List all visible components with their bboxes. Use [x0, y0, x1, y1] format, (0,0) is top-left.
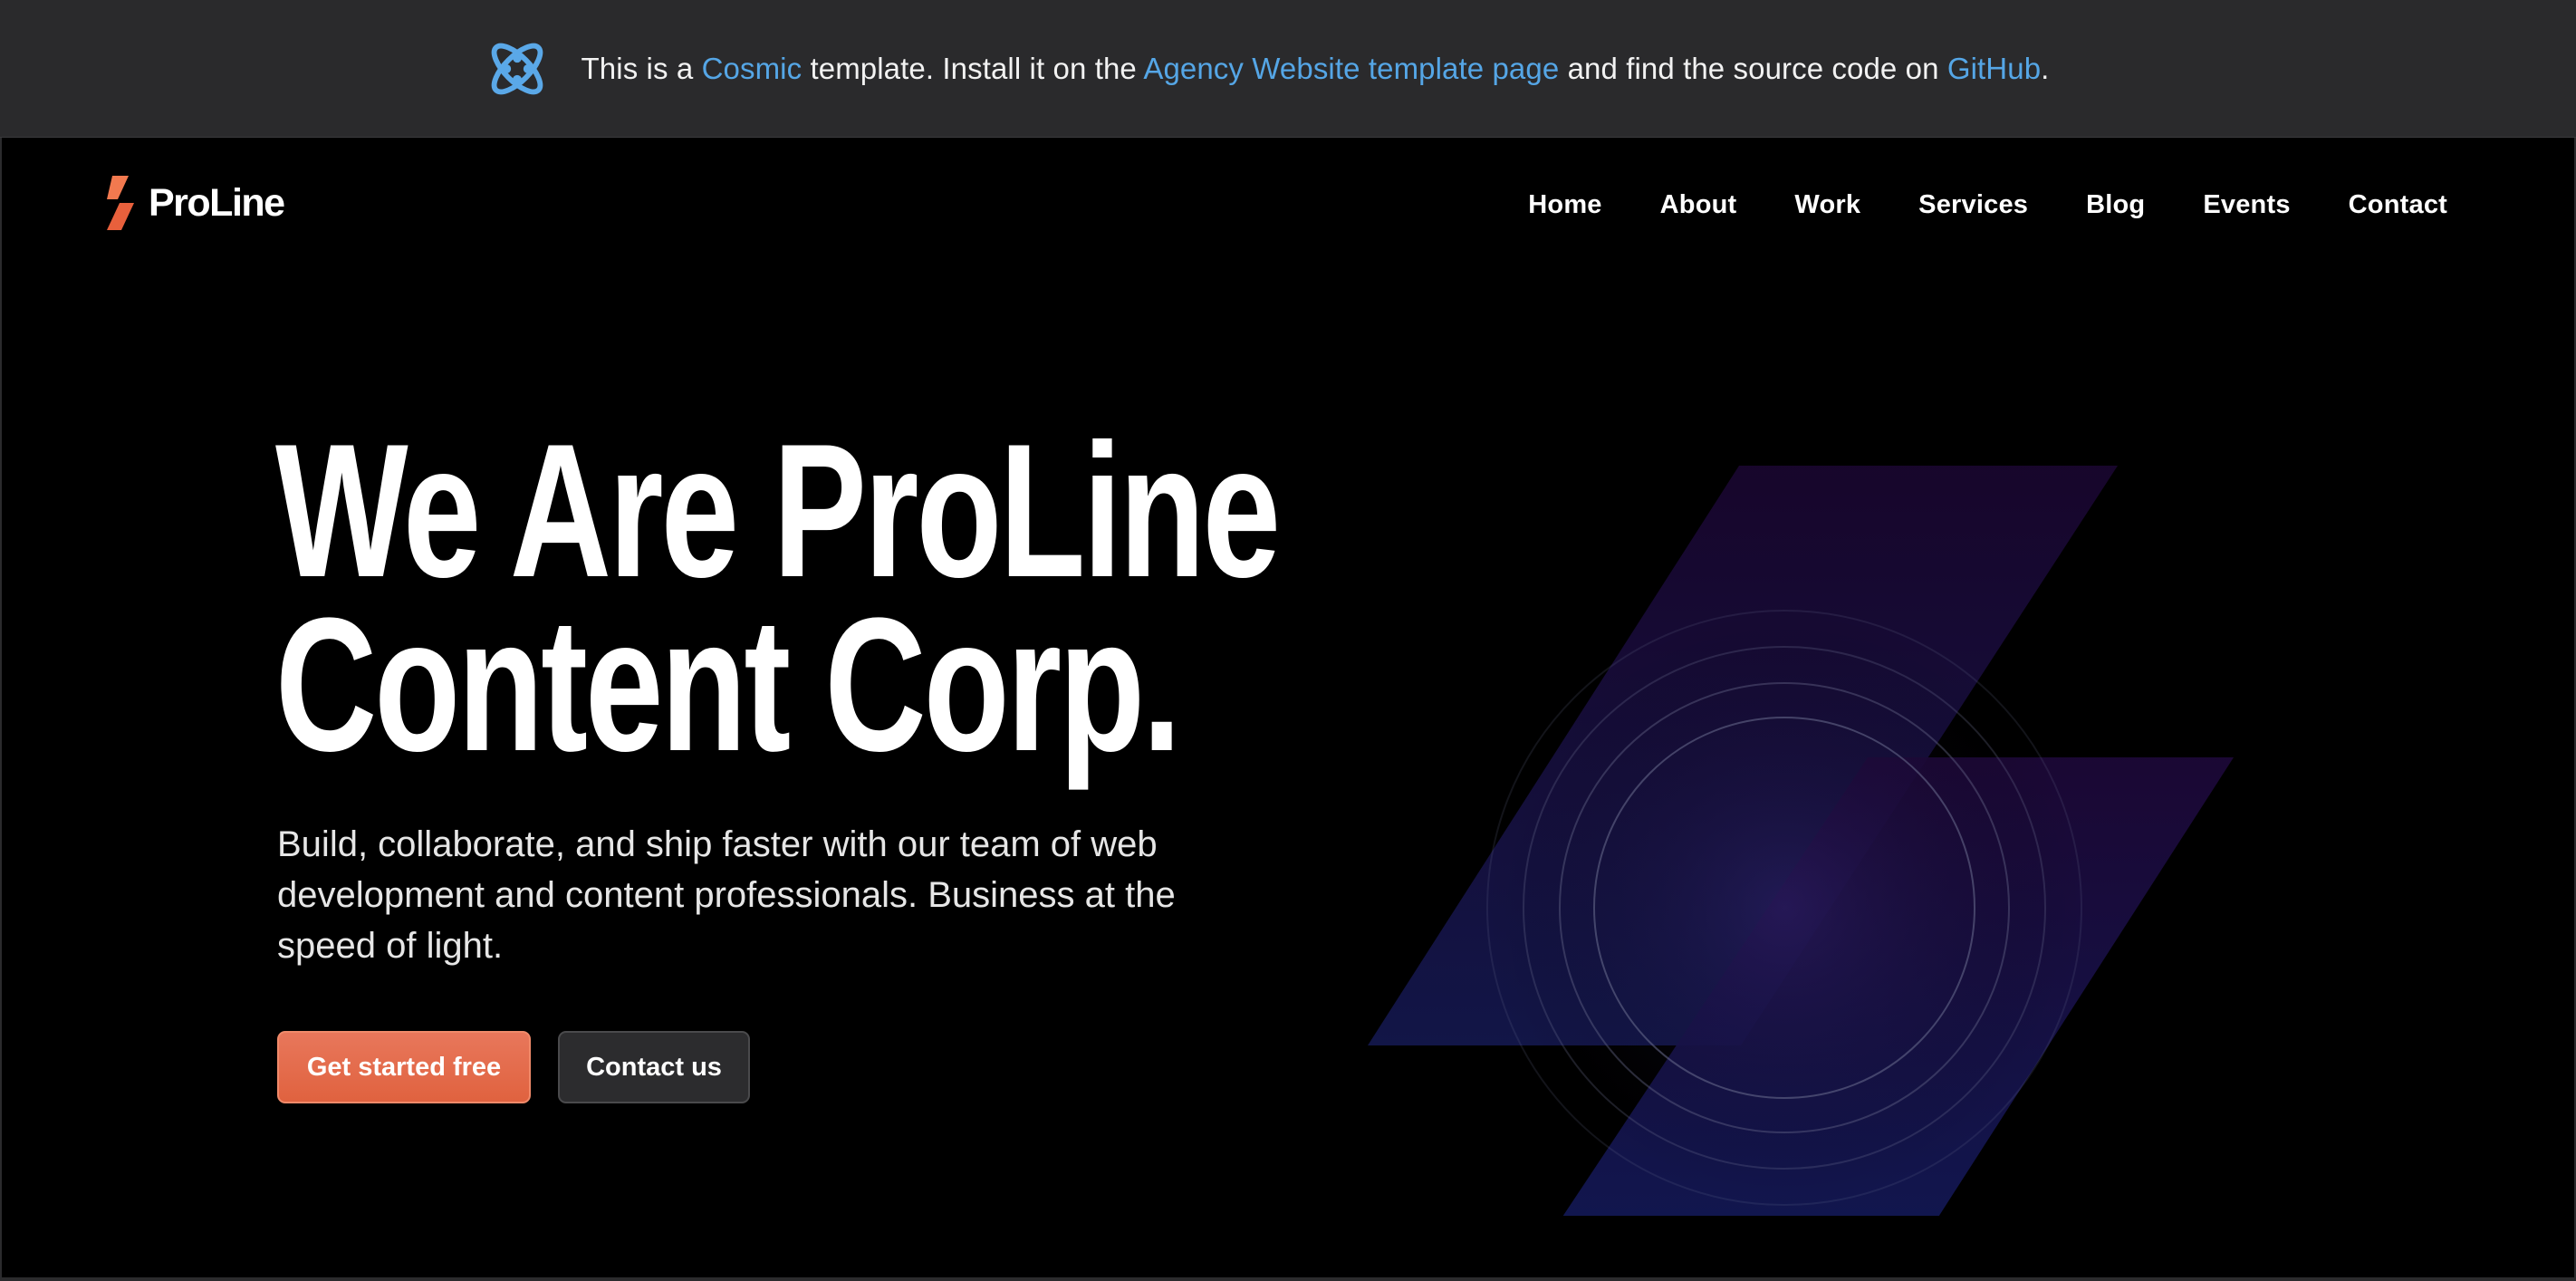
banner-prefix: This is a	[581, 51, 702, 85]
github-link[interactable]: GitHub	[1947, 52, 2041, 85]
navbar: ProLine Home About Work Services Blog Ev…	[2, 138, 2574, 268]
brand-name: ProLine	[149, 180, 285, 225]
banner-content: This is a Cosmic template. Install it on…	[482, 34, 2050, 104]
banner-middle-2: and find the source code on	[1559, 51, 1947, 85]
nav-services[interactable]: Services	[1918, 190, 2028, 220]
brand-logo[interactable]: ProLine	[100, 176, 285, 230]
banner-middle-1: template. Install it on the	[802, 51, 1144, 85]
hero-title: We Are ProLine Content Corp.	[275, 404, 1281, 791]
nav-work[interactable]: Work	[1794, 190, 1860, 220]
browser-frame: This is a Cosmic template. Install it on…	[0, 0, 2576, 1281]
hero-subtitle: Build, collaborate, and ship faster with…	[277, 824, 1176, 966]
nav-about[interactable]: About	[1660, 190, 1737, 220]
agency-template-link[interactable]: Agency Website template page	[1143, 52, 1559, 85]
banner-suffix: .	[2041, 51, 2050, 85]
cosmic-banner: This is a Cosmic template. Install it on…	[0, 0, 2576, 138]
nav-contact[interactable]: Contact	[2349, 190, 2447, 220]
bolt-graphic	[1368, 466, 2234, 1216]
hero-title-line-2: Content Corp.	[275, 578, 1181, 791]
contact-us-button[interactable]: Contact us	[558, 1031, 750, 1103]
hero-title-line-1: We Are ProLine	[275, 404, 1281, 617]
get-started-button[interactable]: Get started free	[277, 1031, 531, 1103]
cosmic-link[interactable]: Cosmic	[702, 52, 803, 85]
main-nav: Home About Work Services Blog Events Con…	[1528, 190, 2447, 220]
banner-message: This is a Cosmic template. Install it on…	[582, 52, 2050, 86]
cosmic-logo-icon[interactable]	[482, 34, 553, 104]
site-page: ProLine Home About Work Services Blog Ev…	[2, 138, 2574, 1277]
nav-home[interactable]: Home	[1528, 190, 1601, 220]
proline-bolt-icon	[107, 176, 134, 230]
nav-events[interactable]: Events	[2203, 190, 2290, 220]
nav-blog[interactable]: Blog	[2086, 190, 2145, 220]
